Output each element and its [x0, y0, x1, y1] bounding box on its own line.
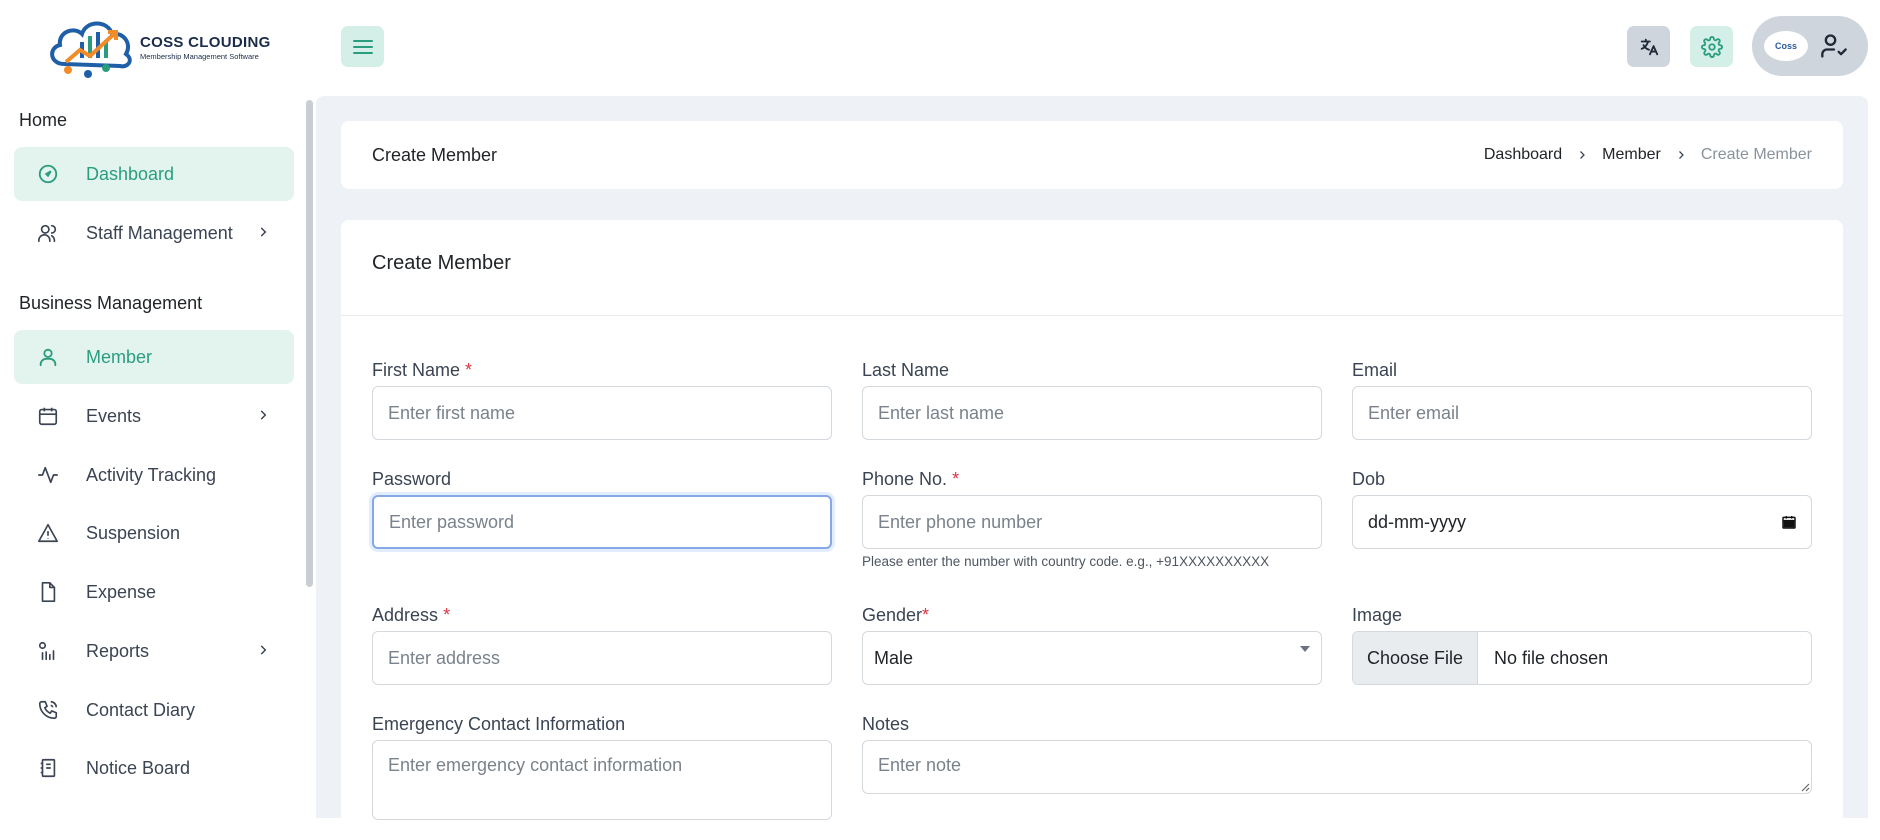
dob-date-input[interactable]: dd-mm-yyyy — [1352, 495, 1812, 549]
translate-icon — [1640, 38, 1658, 55]
first-name-label: First Name * — [372, 360, 473, 380]
cloud-logo-icon — [50, 21, 132, 78]
sidebar-item-staff-management[interactable]: Staff Management — [14, 206, 294, 260]
first-name-input[interactable] — [372, 386, 832, 440]
user-check-icon — [1821, 34, 1847, 58]
notes-textarea[interactable] — [862, 740, 1812, 794]
gender-label: Gender* — [862, 605, 930, 625]
sidebar-item-activity-tracking[interactable]: Activity Tracking — [14, 448, 294, 502]
sidebar-item-label: Member — [86, 346, 153, 367]
sidebar-item-notice-board[interactable]: Notice Board — [14, 741, 294, 795]
sidebar: Home Dashboard Staff Management Business… — [0, 96, 316, 818]
reports-icon — [36, 639, 60, 663]
password-label: Password — [372, 469, 452, 489]
sidebar-item-label: Activity Tracking — [86, 464, 217, 485]
address-label: Address * — [372, 605, 451, 625]
emergency-contact-label: Emergency Contact Information — [372, 714, 626, 734]
chevron-right-icon — [260, 227, 267, 237]
phone-label: Phone No. * — [862, 469, 960, 489]
language-button[interactable] — [1627, 26, 1670, 67]
gender-select[interactable]: Male — [862, 631, 1322, 685]
sidebar-item-contact-diary[interactable]: Contact Diary — [14, 683, 294, 737]
last-name-label: Last Name — [862, 360, 950, 380]
notice-icon — [36, 756, 60, 780]
email-label: Email — [1352, 360, 1398, 380]
sidebar-item-expense[interactable]: Expense — [14, 565, 294, 619]
page-title: Create Member — [372, 145, 498, 165]
users-icon — [36, 221, 60, 245]
dob-value: dd-mm-yyyy — [1368, 511, 1466, 532]
sidebar-item-dashboard[interactable]: Dashboard — [14, 147, 294, 201]
address-input[interactable] — [372, 631, 832, 685]
sidebar-item-label: Expense — [86, 581, 157, 602]
breadcrumb-dashboard[interactable]: Dashboard — [1484, 146, 1562, 164]
breadcrumb-current: Create Member — [1700, 146, 1812, 163]
choose-file-button[interactable]: Choose File — [1353, 632, 1479, 684]
calendar-icon[interactable] — [1781, 514, 1797, 530]
user-icon — [36, 345, 60, 369]
calendar-icon — [36, 404, 60, 428]
divider — [341, 315, 1843, 316]
logo-subtitle: Membership Management Software — [140, 51, 259, 61]
page-header-card: Create Member Dashboard Member Create Me… — [341, 121, 1843, 189]
sidebar-item-label: Notice Board — [86, 757, 191, 778]
sidebar-item-label: Staff Management — [86, 222, 233, 243]
sidebar-toggle-button[interactable] — [341, 26, 384, 67]
top-bar: COSS CLOUDING Membership Management Soft… — [0, 0, 1880, 96]
main-content: Create Member Dashboard Member Create Me… — [316, 96, 1868, 840]
emergency-contact-textarea[interactable] — [372, 740, 832, 820]
sidebar-item-events[interactable]: Events — [14, 389, 294, 443]
sidebar-item-suspension[interactable]: Suspension — [14, 506, 294, 560]
form-title: Create Member — [372, 252, 511, 274]
gender-selected-value: Male — [874, 647, 914, 668]
breadcrumb: Dashboard Member Create Member — [1484, 146, 1812, 164]
profile-menu[interactable]: Coss — [1752, 16, 1868, 76]
password-input[interactable] — [372, 495, 832, 549]
activity-icon — [36, 463, 60, 487]
resize-grip-icon[interactable] — [1800, 782, 1810, 792]
settings-button[interactable] — [1690, 26, 1733, 67]
create-member-form: Create Member First Name * Last Name Ema… — [341, 220, 1843, 840]
hamburger-icon — [352, 36, 373, 58]
chevron-right-icon — [1675, 149, 1687, 161]
sidebar-item-label: Dashboard — [86, 163, 175, 184]
sidebar-item-reports[interactable]: Reports — [14, 624, 294, 678]
image-label: Image — [1352, 605, 1403, 625]
sidebar-item-label: Events — [86, 405, 142, 426]
app-logo[interactable]: COSS CLOUDING Membership Management Soft… — [44, 12, 274, 82]
phone-input[interactable] — [862, 495, 1322, 549]
warning-icon — [36, 521, 60, 545]
phone-icon — [36, 698, 60, 722]
file-status-text: No file chosen — [1494, 647, 1609, 668]
last-name-input[interactable] — [862, 386, 1322, 440]
sidebar-item-label: Suspension — [86, 522, 181, 543]
chevron-right-icon — [1576, 149, 1588, 161]
section-heading-home: Home — [19, 110, 68, 130]
email-input[interactable] — [1352, 386, 1812, 440]
avatar: Coss — [1764, 31, 1808, 61]
breadcrumb-member[interactable]: Member — [1602, 146, 1661, 164]
chevron-right-icon — [260, 645, 267, 655]
phone-help-text: Please enter the number with country cod… — [862, 554, 1270, 569]
gear-icon — [1700, 35, 1723, 58]
chevron-right-icon — [260, 410, 267, 420]
notes-label: Notes — [862, 714, 910, 734]
caret-down-icon — [1300, 646, 1310, 652]
dashboard-icon — [36, 162, 60, 186]
document-icon — [36, 580, 60, 604]
sidebar-item-label: Reports — [86, 640, 150, 661]
sidebar-item-member[interactable]: Member — [14, 330, 294, 384]
dob-label: Dob — [1352, 469, 1386, 489]
sidebar-scrollbar[interactable] — [306, 100, 313, 587]
sidebar-item-label: Contact Diary — [86, 699, 196, 720]
logo-title: COSS CLOUDING — [140, 33, 271, 51]
image-file-input[interactable]: Choose File No file chosen — [1352, 631, 1812, 685]
section-heading-business: Business Management — [19, 293, 203, 313]
